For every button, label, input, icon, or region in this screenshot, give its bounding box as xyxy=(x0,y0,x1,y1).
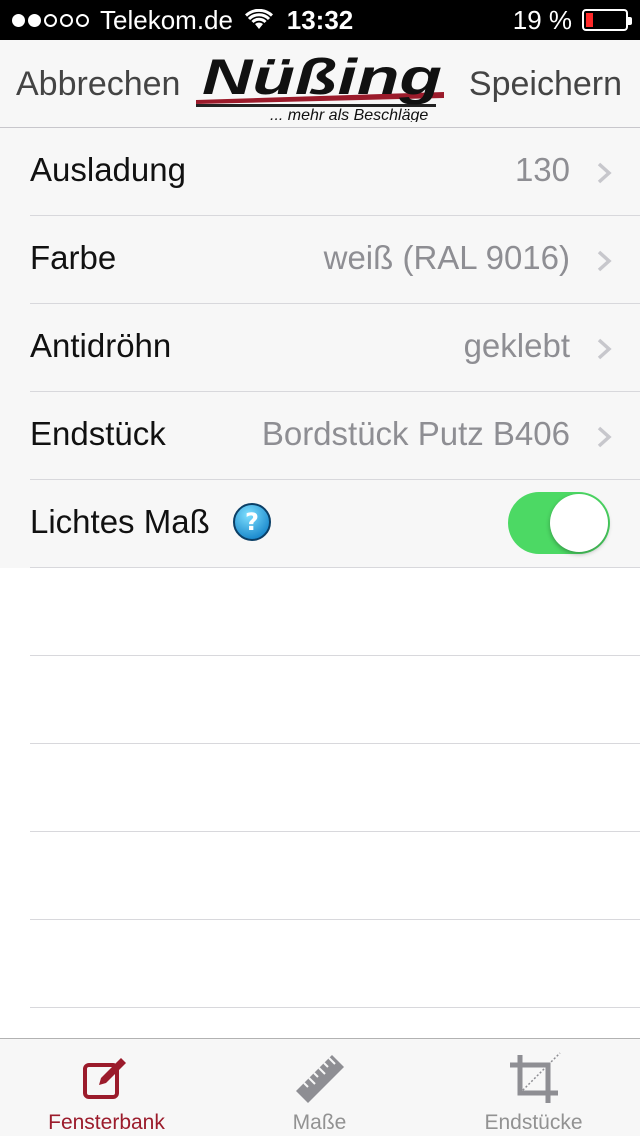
question-mark-help-icon[interactable]: ? xyxy=(232,502,272,542)
setting-row-lichtes-mass: Lichtes Maß ? xyxy=(0,480,640,568)
setting-label: Farbe xyxy=(30,239,117,276)
svg-text:?: ? xyxy=(245,508,259,536)
svg-text:... mehr als Beschläge: ... mehr als Beschläge xyxy=(270,107,428,122)
edit-icon xyxy=(82,1058,126,1099)
setting-value: weiß (RAL 9016) xyxy=(323,239,570,276)
tab-bar: Fensterbank Maße Endstücke xyxy=(0,1038,640,1136)
chevron-right-icon xyxy=(597,162,612,184)
setting-row-ausladung[interactable]: Ausladung 130 xyxy=(0,128,640,216)
settings-list: Ausladung 130 Farbe weiß (RAL 9016) Anti… xyxy=(0,128,640,568)
setting-value: geklebt xyxy=(463,327,570,364)
setting-row-farbe[interactable]: Farbe weiß (RAL 9016) xyxy=(0,216,640,304)
svg-text:Nüßing: Nüßing xyxy=(202,49,442,105)
setting-row-antidroehn[interactable]: Antidröhn geklebt xyxy=(0,304,640,392)
setting-value: Bordstück Putz B406 xyxy=(261,415,570,452)
navigation-bar: Abbrechen Nüßing ... mehr als Beschläge … xyxy=(0,40,640,128)
battery-level xyxy=(586,13,593,27)
empty-row-separator xyxy=(30,1007,640,1008)
tab-endstuecke[interactable]: Endstücke xyxy=(427,1039,640,1137)
toggle-knob xyxy=(550,494,608,552)
setting-label: Lichtes Maß xyxy=(30,503,210,540)
setting-row-endstueck[interactable]: Endstück Bordstück Putz B406 xyxy=(0,392,640,480)
save-button[interactable]: Speichern xyxy=(469,40,622,128)
chevron-right-icon xyxy=(597,426,612,448)
tab-label: Endstücke xyxy=(484,1111,583,1134)
battery-percent: 19 % xyxy=(512,5,572,35)
tab-masse[interactable]: Maße xyxy=(213,1039,426,1137)
tab-label: Maße xyxy=(292,1111,347,1134)
nuessing-logo: Nüßing ... mehr als Beschläge xyxy=(196,48,446,124)
setting-label: Antidröhn xyxy=(30,327,172,364)
setting-label: Endstück xyxy=(30,415,166,452)
ruler-icon xyxy=(295,1055,344,1103)
chevron-right-icon xyxy=(597,250,612,272)
setting-label: Ausladung xyxy=(30,151,186,188)
empty-row-separator xyxy=(30,743,640,744)
status-bar: Telekom.de 13:32 19 % xyxy=(0,0,640,40)
lichtes-mass-toggle[interactable] xyxy=(508,492,610,554)
empty-row-separator xyxy=(30,919,640,920)
setting-value: 130 xyxy=(514,151,570,188)
status-right: 19 % xyxy=(512,0,632,40)
tab-fensterbank[interactable]: Fensterbank xyxy=(0,1039,213,1137)
empty-row-separator xyxy=(30,655,640,656)
chevron-right-icon xyxy=(597,338,612,360)
battery-icon xyxy=(582,9,632,31)
cancel-button[interactable]: Abbrechen xyxy=(16,40,180,128)
tab-label: Fensterbank xyxy=(48,1111,165,1134)
empty-row-separator xyxy=(30,831,640,832)
crop-icon xyxy=(509,1052,561,1103)
